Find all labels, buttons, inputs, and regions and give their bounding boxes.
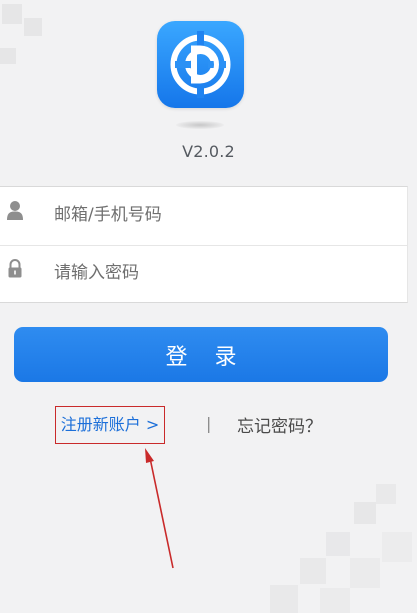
link-separator: |: [206, 414, 212, 433]
lock-icon: [8, 259, 22, 278]
app-version: V2.0.2: [182, 142, 235, 161]
d-logo-icon: [170, 31, 231, 98]
register-link[interactable]: 注册新账户 >: [55, 406, 165, 444]
email-row: [0, 187, 408, 245]
login-button[interactable]: 登 录: [14, 327, 388, 382]
forgot-password-link[interactable]: 忘记密码？: [237, 412, 322, 437]
user-icon: [7, 201, 23, 220]
login-form: [0, 186, 408, 303]
email-input[interactable]: [54, 197, 384, 233]
app-logo: [157, 21, 244, 108]
logo-shadow: [176, 121, 224, 129]
password-input[interactable]: [54, 255, 384, 291]
login-screen: V2.0.2 登 录 注册新账户 > | 忘记密码？: [0, 0, 417, 613]
password-row: [0, 245, 408, 303]
